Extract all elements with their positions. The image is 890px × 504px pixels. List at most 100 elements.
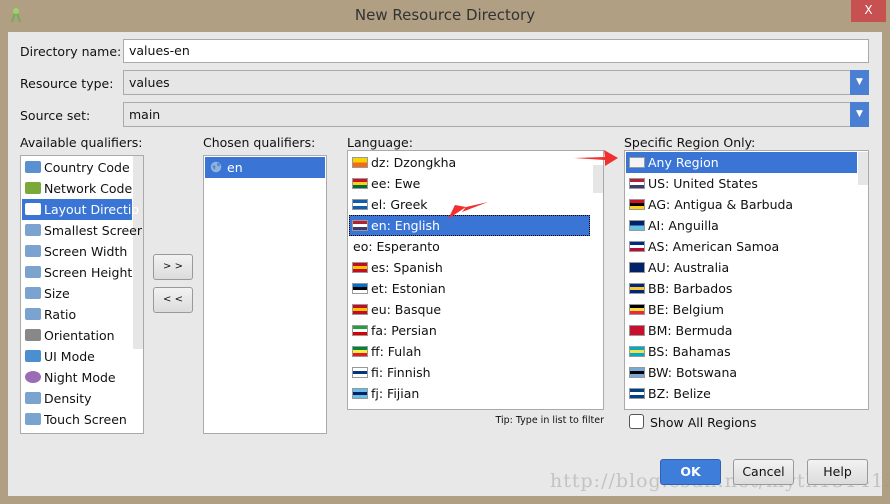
list-item[interactable]: BB: Barbados [626,278,857,299]
list-item[interactable]: dz: Dzongkha [349,152,590,173]
filter-tip: Tip: Type in list to filter [495,415,604,426]
list-item[interactable]: Screen Height [22,262,132,283]
source-set-value: main [129,107,161,122]
source-set-select[interactable]: main ▼ [123,102,869,127]
list-item[interactable]: eu: Basque [349,299,590,320]
chevron-down-icon[interactable]: ▼ [850,70,869,95]
list-item[interactable]: Density [22,388,132,409]
list-item[interactable]: AI: Anguilla [626,215,857,236]
globe-icon [210,161,222,173]
list-item[interactable]: AS: American Samoa [626,236,857,257]
resource-type-select[interactable]: values ▼ [123,70,869,95]
item-label: Screen Width [44,244,128,259]
show-all-regions-label: Show All Regions [650,415,757,430]
language-list[interactable]: dz: Dzongkha ee: Ewe el: Greek en: English e… [347,150,604,410]
list-item[interactable]: en [205,157,325,178]
scrollbar-thumb[interactable] [593,165,603,193]
item-label: Orientation [44,328,115,343]
ok-button[interactable]: OK [660,459,721,485]
item-label: fi: Finnish [371,365,431,380]
scrollbar[interactable] [133,156,143,349]
source-set-label: Source set: [20,108,91,123]
flag-icon [352,388,368,399]
layout-direction-icon [25,203,41,215]
list-item[interactable]: BM: Bermuda [626,320,857,341]
window-title: New Resource Directory [354,6,536,24]
list-item[interactable]: Layout Directio [22,199,139,220]
list-item[interactable]: AG: Antigua & Barbuda [626,194,857,215]
list-item[interactable]: Size [22,283,132,304]
ui-mode-icon [25,350,41,362]
remove-qualifier-button[interactable]: < < [153,287,193,313]
list-item[interactable]: fi: Finnish [349,362,590,383]
network-code-icon [25,182,41,194]
list-item[interactable]: Network Code [22,178,132,199]
item-label: Density [44,391,92,406]
list-item[interactable]: fa: Persian [349,320,590,341]
list-item[interactable]: Any Region [626,152,857,173]
list-item[interactable]: el: Greek [349,194,590,215]
flag-icon [352,283,368,294]
flag-icon [629,346,645,357]
flag-icon [352,325,368,336]
list-item[interactable]: ff: Fulah [349,341,590,362]
list-item[interactable]: Orientation [22,325,132,346]
list-item[interactable]: Country Code [22,157,132,178]
list-item[interactable]: AU: Australia [626,257,857,278]
item-label: Touch Screen [44,412,127,427]
item-label: AU: Australia [648,260,730,275]
region-list[interactable]: Any Region US: United States AG: Antigua &… [624,150,869,410]
item-label: en [227,160,243,175]
cancel-button[interactable]: Cancel [733,459,794,485]
list-item[interactable]: Smallest Screer [22,220,142,241]
item-label: fa: Persian [371,323,437,338]
list-item[interactable]: Ratio [22,304,132,325]
item-label: Any Region [648,155,719,170]
resource-type-label: Resource type: [20,76,114,91]
language-label: Language: [347,135,413,150]
directory-name-input[interactable]: values-en [123,39,869,63]
list-item[interactable]: US: United States [626,173,857,194]
flag-icon [352,346,368,357]
chosen-qualifiers-list[interactable]: en [203,155,327,434]
list-item[interactable]: Touch Screen [22,409,132,430]
scrollbar-thumb[interactable] [858,152,868,185]
list-item[interactable]: fj: Fijian [349,383,590,404]
screen-width-icon [25,245,41,257]
list-item[interactable]: et: Estonian [349,278,590,299]
list-item[interactable]: UI Mode [22,346,132,367]
list-item[interactable]: BS: Bahamas [626,341,857,362]
flag-icon [352,178,368,189]
list-item[interactable]: Night Mode [22,367,132,388]
chevron-down-icon[interactable]: ▼ [850,102,869,127]
item-label: BE: Belgium [648,302,724,317]
flag-icon [629,367,645,378]
add-qualifier-button[interactable]: > > [153,254,193,280]
list-item[interactable]: BW: Botswana [626,362,857,383]
item-label: ee: Ewe [371,176,421,191]
list-item[interactable]: eo: Esperanto [349,236,590,257]
list-item[interactable]: Screen Width [22,241,132,262]
item-label: es: Spanish [371,260,443,275]
item-label: en: English [371,218,440,233]
smallest-screen-icon [25,224,41,236]
available-qualifiers-list[interactable]: Country Code Network Code Layout Directio S… [20,155,144,434]
show-all-regions-checkbox[interactable] [629,414,644,429]
list-item[interactable]: en: English [349,215,590,236]
item-label: fj: Fijian [371,386,420,401]
item-label: AG: Antigua & Barbuda [648,197,794,212]
flag-icon [629,220,645,231]
flag-icon [352,199,368,210]
item-label: BZ: Belize [648,386,711,401]
help-button[interactable]: Help [807,459,868,485]
list-item[interactable]: BZ: Belize [626,383,857,404]
density-icon [25,392,41,404]
item-label: eo: Esperanto [353,239,440,254]
list-item[interactable]: BE: Belgium [626,299,857,320]
list-item[interactable]: ee: Ewe [349,173,590,194]
list-item[interactable]: es: Spanish [349,257,590,278]
close-button[interactable]: X [851,0,886,22]
region-label: Specific Region Only: [624,135,756,150]
item-label: Ratio [44,307,77,322]
available-qualifiers-label: Available qualifiers: [20,135,143,150]
